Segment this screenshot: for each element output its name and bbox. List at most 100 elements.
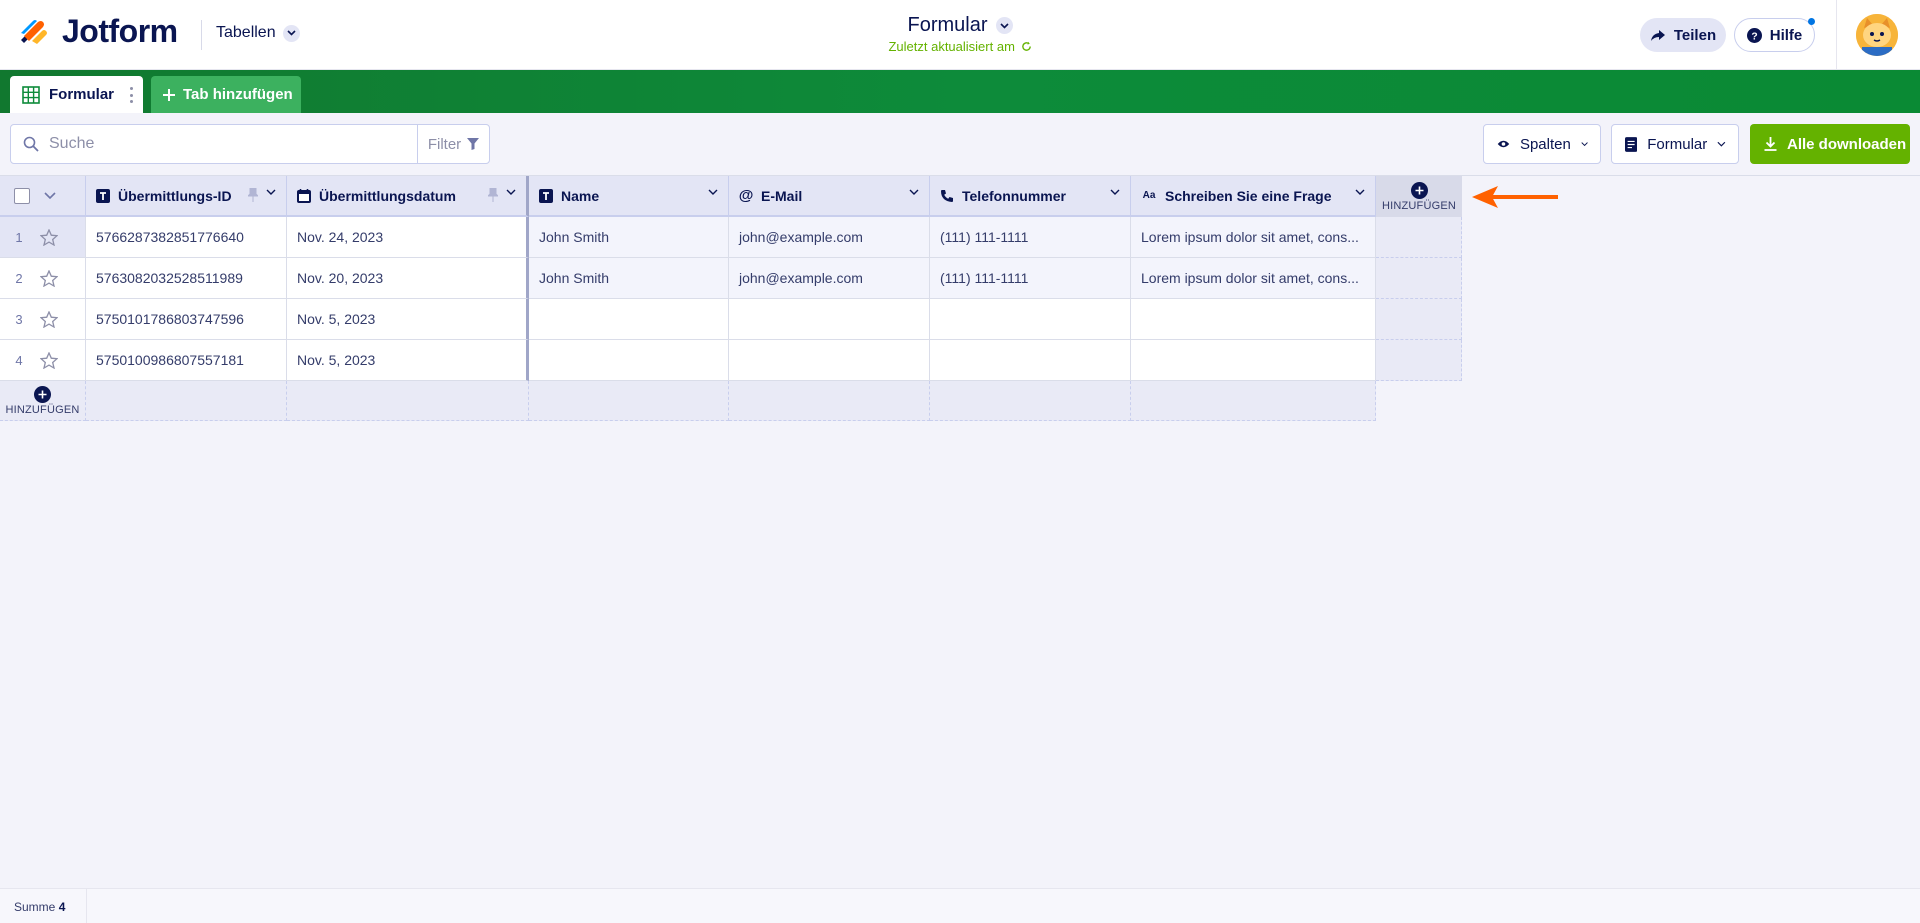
- table-cell-email[interactable]: john@example.com: [729, 258, 930, 299]
- plus-circle-icon: [34, 385, 51, 403]
- download-all-button[interactable]: Alle downloaden: [1750, 124, 1910, 164]
- columns-button[interactable]: Spalten: [1483, 124, 1601, 164]
- long-text-icon: Aa: [1142, 190, 1156, 201]
- table-cell-phone[interactable]: [930, 299, 1131, 340]
- search-box[interactable]: [10, 124, 418, 164]
- add-row-cell[interactable]: [1131, 381, 1376, 421]
- table-cell-date[interactable]: Nov. 5, 2023: [287, 299, 529, 340]
- column-header-phone[interactable]: Telefonnummer: [930, 176, 1131, 217]
- chevron-down-icon[interactable]: [266, 189, 276, 195]
- table-cell-name[interactable]: [529, 299, 729, 340]
- help-label: Hilfe: [1769, 26, 1803, 44]
- add-column-cell[interactable]: [1376, 258, 1462, 299]
- table-cell-phone[interactable]: (111) 111-1111: [930, 217, 1131, 258]
- table-cell-question[interactable]: Lorem ipsum dolor sit amet, cons...: [1131, 217, 1376, 258]
- row-number: 4: [15, 352, 23, 368]
- table-cell-email[interactable]: [729, 340, 930, 381]
- tab-bar: Formular Tab hinzufügen: [0, 70, 1920, 113]
- sum-label: Summe: [14, 900, 56, 914]
- pin-icon[interactable]: [248, 188, 258, 202]
- add-row-button[interactable]: HINZUFÜGEN: [0, 381, 86, 421]
- column-label: Übermittlungs-ID: [118, 187, 232, 204]
- chevron-down-icon[interactable]: [44, 192, 56, 199]
- form-select-button[interactable]: Formular: [1611, 124, 1739, 164]
- at-sign-icon: @: [738, 187, 754, 204]
- notification-dot: [1808, 18, 1815, 25]
- table-cell-question[interactable]: [1131, 299, 1376, 340]
- chevron-down-icon: [1717, 141, 1726, 147]
- search-input[interactable]: [49, 135, 389, 153]
- star-icon[interactable]: [40, 310, 58, 328]
- table-row[interactable]: 3: [0, 299, 86, 340]
- table-row[interactable]: 1: [0, 217, 86, 258]
- table-cell-id[interactable]: 5766287382851776640: [86, 217, 287, 258]
- chevron-down-icon[interactable]: [1110, 189, 1120, 195]
- table-cell-phone[interactable]: (111) 111-1111: [930, 258, 1131, 299]
- table-cell-id[interactable]: 5750101786803747596: [86, 299, 287, 340]
- plus-icon: [163, 88, 175, 101]
- add-row-cell[interactable]: [930, 381, 1131, 421]
- chevron-down-icon[interactable]: [506, 189, 516, 195]
- help-button[interactable]: ? Hilfe: [1734, 18, 1815, 52]
- pin-icon[interactable]: [488, 188, 498, 202]
- table-cell-question[interactable]: Lorem ipsum dolor sit amet, cons...: [1131, 258, 1376, 299]
- table-cell-name[interactable]: John Smith: [529, 217, 729, 258]
- table-cell-name[interactable]: John Smith: [529, 258, 729, 299]
- sum-value: 4: [58, 900, 66, 914]
- add-column-cell[interactable]: [1376, 340, 1462, 381]
- chevron-down-icon[interactable]: [1355, 189, 1365, 195]
- table-cell-email[interactable]: john@example.com: [729, 217, 930, 258]
- add-column-cell[interactable]: [1376, 217, 1462, 258]
- select-all-header[interactable]: [0, 176, 86, 217]
- add-column-cell[interactable]: [1376, 299, 1462, 340]
- table-cell-question[interactable]: [1131, 340, 1376, 381]
- download-all-label: Alle downloaden: [1787, 135, 1907, 153]
- download-icon: [1764, 137, 1777, 151]
- filter-label: Filter: [427, 135, 462, 153]
- svg-text:?: ?: [1751, 31, 1757, 42]
- star-icon[interactable]: [40, 351, 58, 369]
- table-cell-date[interactable]: Nov. 5, 2023: [287, 340, 529, 381]
- add-row-cell[interactable]: [729, 381, 930, 421]
- filter-button[interactable]: Filter: [417, 124, 490, 164]
- form-select-label: Formular: [1647, 135, 1708, 153]
- star-icon[interactable]: [40, 269, 58, 287]
- column-header-question[interactable]: Aa Schreiben Sie eine Frage: [1131, 176, 1376, 217]
- table-row[interactable]: 4: [0, 340, 86, 381]
- table-cell-email[interactable]: [729, 299, 930, 340]
- table-row[interactable]: 2: [0, 258, 86, 299]
- column-header-id[interactable]: Übermittlungs-ID: [86, 176, 287, 217]
- add-row-cell[interactable]: [529, 381, 729, 421]
- chevron-down-icon[interactable]: [708, 189, 718, 195]
- select-all-checkbox[interactable]: [14, 187, 30, 204]
- text-field-icon: [539, 188, 553, 203]
- row-number: 1: [15, 229, 23, 245]
- table-grid-icon: [22, 85, 40, 104]
- add-row-cell[interactable]: [287, 381, 529, 421]
- column-header-email[interactable]: @ E-Mail: [729, 176, 930, 217]
- table-cell-phone[interactable]: [930, 340, 1131, 381]
- form-title-menu[interactable]: Formular: [907, 14, 1013, 37]
- more-options-icon[interactable]: [129, 87, 133, 103]
- star-icon[interactable]: [40, 228, 58, 246]
- column-header-date[interactable]: Übermittlungsdatum: [287, 176, 529, 217]
- column-header-name[interactable]: Name: [529, 176, 729, 217]
- table-cell-date[interactable]: Nov. 20, 2023: [287, 258, 529, 299]
- add-row-cell[interactable]: [86, 381, 287, 421]
- chevron-down-icon[interactable]: [909, 189, 919, 195]
- table-cell-id[interactable]: 5763082032528511989: [86, 258, 287, 299]
- share-button[interactable]: Teilen: [1640, 18, 1726, 52]
- row-number: 3: [15, 311, 23, 327]
- refresh-icon[interactable]: [1021, 41, 1032, 52]
- add-column-button[interactable]: HINZUFÜGEN: [1376, 176, 1462, 217]
- user-avatar[interactable]: [1856, 14, 1898, 56]
- document-icon: [1625, 136, 1638, 152]
- row-number: 2: [15, 270, 23, 286]
- table-cell-name[interactable]: [529, 340, 729, 381]
- tab-formular[interactable]: Formular: [10, 76, 143, 113]
- add-tab-button[interactable]: Tab hinzufügen: [151, 76, 301, 113]
- column-label: Name: [561, 187, 600, 204]
- table-cell-id[interactable]: 5750100986807557181: [86, 340, 287, 381]
- table-cell-date[interactable]: Nov. 24, 2023: [287, 217, 529, 258]
- divider: [86, 889, 87, 923]
